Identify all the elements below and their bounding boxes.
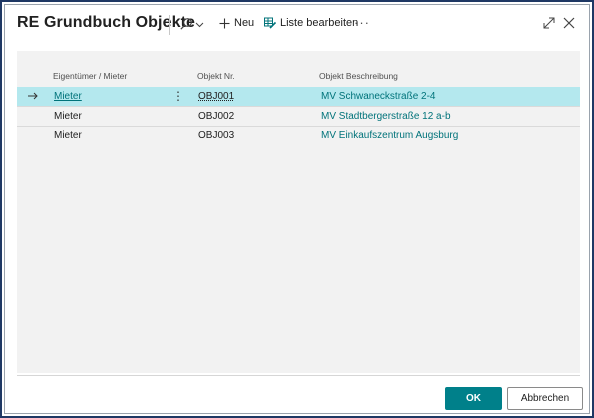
description-cell[interactable]: MV Stadtbergerstraße 12 a-b [321,111,451,122]
footer-divider [17,375,580,376]
search-button[interactable] [179,17,204,31]
column-header-number[interactable]: Objekt Nr. [197,71,235,81]
search-icon [179,17,193,31]
number-cell[interactable]: OBJ001 [198,91,234,102]
window-frame: RE Grundbuch Objekte Neu Liste bearbeite… [0,0,594,418]
owner-cell[interactable]: Mieter [54,130,82,141]
new-button[interactable]: Neu [219,17,254,29]
owner-cell[interactable]: Mieter [54,111,82,122]
edit-list-label: Liste bearbeiten [280,17,359,29]
close-icon [562,16,576,30]
column-header-description[interactable]: Objekt Beschreibung [319,71,398,81]
table-row[interactable]: Mieter ⋮ OBJ001 MV Schwaneckstraße 2-4 [17,87,580,106]
new-button-label: Neu [234,17,255,29]
edit-list-button[interactable]: Liste bearbeiten [264,17,358,29]
chevron-down-icon [195,20,204,29]
number-cell[interactable]: OBJ003 [198,130,234,141]
table-row[interactable]: Mieter OBJ002 MV Stadtbergerstraße 12 a-… [17,107,580,126]
dialog-header: RE Grundbuch Objekte Neu Liste bearbeite… [5,5,589,45]
more-options-button[interactable]: ··· [354,15,370,30]
column-header-owner[interactable]: Eigentümer / Mieter [53,71,127,81]
close-button[interactable] [562,16,576,30]
owner-cell[interactable]: Mieter [54,91,82,102]
description-cell[interactable]: MV Schwaneckstraße 2-4 [321,91,436,102]
kebab-icon[interactable]: ⋮ [172,90,184,102]
number-cell[interactable]: OBJ002 [198,111,234,122]
ok-button[interactable]: OK [445,387,502,410]
table-row[interactable]: Mieter OBJ003 MV Einkaufszentrum Augsbur… [17,126,580,145]
description-cell[interactable]: MV Einkaufszentrum Augsburg [321,130,458,141]
list-content: Eigentümer / Mieter Objekt Nr. Objekt Be… [17,51,580,373]
header-divider [169,15,170,35]
expand-icon [542,16,556,30]
edit-list-icon [264,17,276,29]
cancel-button[interactable]: Abbrechen [507,387,583,410]
expand-button[interactable] [542,16,556,30]
dialog: RE Grundbuch Objekte Neu Liste bearbeite… [4,4,590,414]
arrow-right-icon [27,90,39,105]
plus-icon [219,18,230,29]
